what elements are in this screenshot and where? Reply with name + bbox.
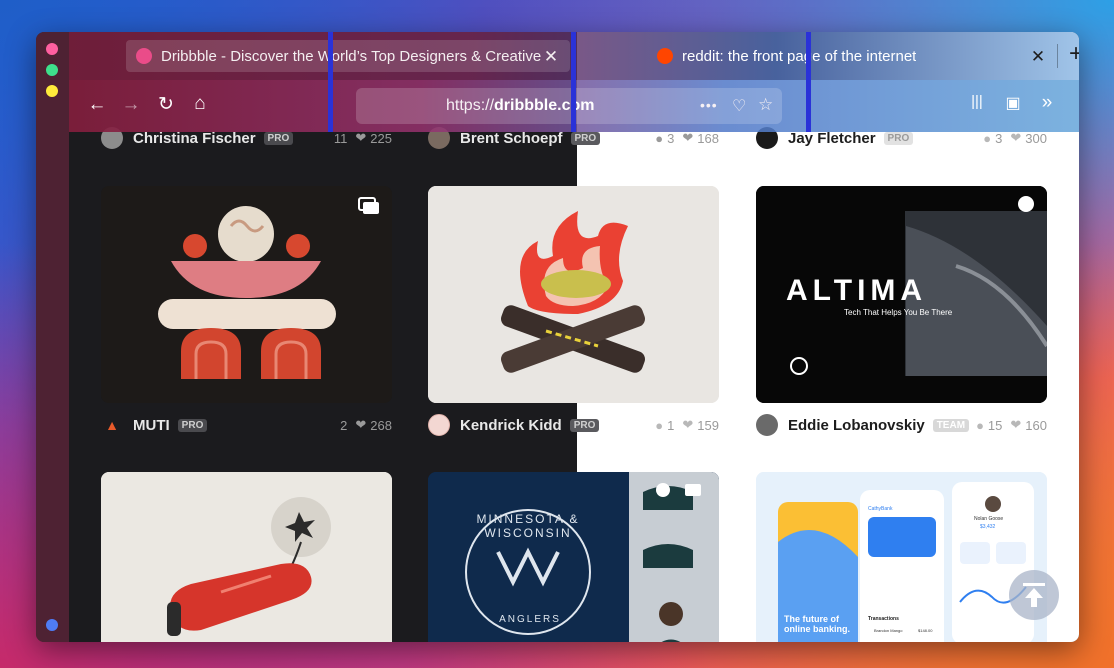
library-icon[interactable]: |||: [965, 93, 989, 110]
comment-icon: ●: [983, 130, 992, 146]
banking-transactions-label: Transactions: [868, 616, 899, 622]
shot-meta-kendrick: Kendrick Kidd PRO ● 1 ❤ 159: [428, 413, 719, 437]
maximize-dot-icon[interactable]: [46, 64, 58, 76]
author-name[interactable]: Kendrick Kidd: [460, 417, 562, 434]
author-name[interactable]: Brent Schoepf: [460, 130, 563, 147]
minimize-dot-icon[interactable]: [46, 85, 58, 97]
banking-payee: Brandon Mango: [874, 628, 903, 633]
workspace-dot-icon[interactable]: [46, 619, 58, 631]
like-count: 168: [697, 130, 719, 146]
pro-badge: PRO: [177, 418, 208, 432]
sidebar-toggle-icon[interactable]: ▣: [1001, 93, 1025, 113]
shot-meta-muti: ▲ MUTI PRO 2 ❤ 268: [101, 413, 392, 437]
pro-badge: PRO: [263, 131, 294, 145]
selection-overlay-right: [571, 32, 811, 132]
shot-card-anglers[interactable]: MINNESOTA & WISCONSIN ANGLERS: [428, 472, 719, 642]
shot-stats: ● 3 ❤ 300: [975, 130, 1047, 146]
shot-stats: ● 3 ❤ 168: [647, 130, 719, 146]
like-count: 160: [1025, 417, 1047, 433]
comment-count: 15: [987, 417, 1003, 433]
forward-arrow-icon[interactable]: →: [119, 94, 143, 116]
shot-illustration: [101, 472, 392, 642]
like-count: 300: [1025, 130, 1047, 146]
shot-card-sausage[interactable]: [101, 472, 392, 642]
heart-icon[interactable]: ❤: [355, 417, 366, 433]
heart-icon[interactable]: ❤: [1010, 417, 1021, 433]
scroll-to-top-button[interactable]: [1009, 570, 1059, 620]
tab-divider: [1057, 44, 1058, 68]
dribbble-favicon-icon: [136, 48, 152, 64]
banking-amount: $3,432: [980, 524, 996, 530]
shot-meta-eddie: Eddie Lobanovskiy TEAM ● 15 ❤ 160: [756, 413, 1047, 437]
pro-badge: PRO: [569, 418, 600, 432]
heart-icon[interactable]: ❤: [1010, 130, 1021, 146]
like-count: 268: [370, 417, 392, 433]
home-icon[interactable]: ⌂: [188, 93, 212, 115]
shot-card-kendrick[interactable]: [428, 186, 719, 403]
comment-count: 3: [667, 130, 675, 146]
author-name[interactable]: Jay Fletcher: [788, 130, 876, 147]
banking-brand: CathyBank: [868, 506, 893, 512]
back-arrow-icon[interactable]: ←: [85, 94, 109, 116]
banking-tx-amount: $148.00: [918, 628, 933, 633]
muti-logo-icon[interactable]: ▲: [101, 414, 123, 436]
close-tab-icon[interactable]: ✕: [1029, 47, 1047, 67]
author-name[interactable]: Christina Fischer: [133, 130, 256, 147]
avatar[interactable]: [756, 414, 778, 436]
like-count: 159: [697, 417, 719, 433]
comment-count: 3: [995, 130, 1003, 146]
selection-overlay-left: [328, 32, 576, 132]
heart-icon[interactable]: ❤: [682, 417, 693, 433]
pro-badge: PRO: [570, 131, 601, 145]
author-name[interactable]: MUTI: [133, 417, 170, 434]
shot-stats: 2 ❤ 268: [340, 417, 392, 433]
altima-title: ALTIMA: [786, 274, 928, 307]
comment-icon: ●: [655, 130, 664, 146]
browser-window: Christina Fischer PRO 11 ❤ 225 Brent Sch…: [36, 32, 1079, 642]
team-badge: TEAM: [932, 418, 970, 432]
shot-stats: ● 1 ❤ 159: [647, 417, 719, 433]
banking-user: Nolan Goose: [974, 516, 1004, 522]
badge-title-text: MINNESOTA & WISCONSIN: [476, 512, 580, 540]
comment-count: 2: [340, 417, 348, 433]
altima-tagline: Tech That Helps You Be There: [844, 308, 953, 317]
shot-illustration: [101, 186, 392, 403]
window-sidebar: [36, 32, 69, 642]
comment-icon: ●: [655, 417, 664, 433]
shot-card-altima[interactable]: ALTIMA Tech That Helps You Be There: [756, 186, 1047, 403]
comment-count: 11: [333, 130, 348, 146]
heart-icon[interactable]: ❤: [682, 130, 693, 146]
banking-headline-1: The future of: [784, 614, 839, 624]
comment-icon: ●: [976, 417, 984, 433]
overflow-chevrons-icon[interactable]: »: [1035, 92, 1059, 114]
shot-card-muti[interactable]: [101, 186, 392, 403]
close-dot-icon[interactable]: [46, 43, 58, 55]
shot-illustration: [428, 186, 719, 403]
shot-stats: 11 ❤ 225: [334, 130, 392, 146]
arrow-up-icon: [1023, 583, 1045, 607]
badge-subtitle-text: ANGLERS: [499, 614, 561, 625]
pro-badge: PRO: [883, 131, 914, 145]
shot-card-banking[interactable]: The future of online banking. CathyBank …: [756, 472, 1047, 642]
reload-icon[interactable]: ↻: [154, 93, 178, 116]
comment-count: 1: [667, 417, 675, 433]
like-count: 225: [370, 130, 392, 146]
banking-headline-2: online banking.: [784, 624, 851, 634]
shot-stats: ● 15 ❤ 160: [968, 417, 1047, 433]
new-tab-button[interactable]: +: [1065, 40, 1079, 68]
author-name[interactable]: Eddie Lobanovskiy: [788, 417, 925, 434]
avatar[interactable]: [428, 414, 450, 436]
menu-icon[interactable]: ≡: [1077, 92, 1079, 114]
heart-icon[interactable]: ❤: [355, 130, 366, 146]
shot-illustration: [428, 472, 719, 642]
